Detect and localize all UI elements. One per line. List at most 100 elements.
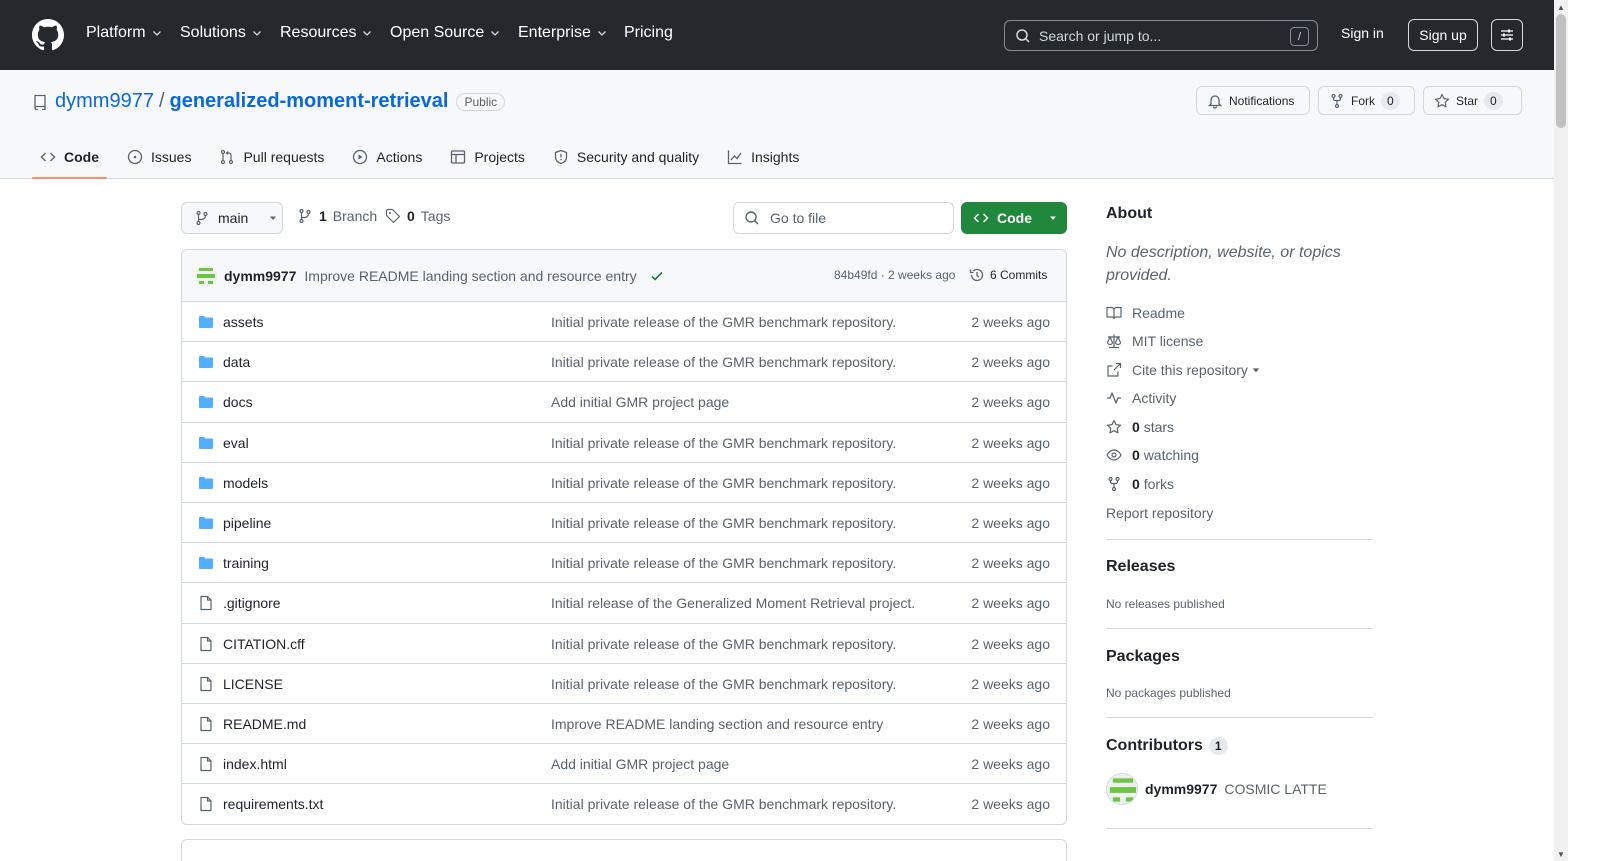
check-icon[interactable]	[649, 268, 665, 284]
tab-projects[interactable]: Projects	[442, 136, 533, 178]
file-commit-time: 2 weeks ago	[971, 595, 1050, 612]
file-commit-message[interactable]: Initial private release of the GMR bench…	[551, 676, 896, 692]
releases-heading[interactable]: Releases	[1106, 558, 1175, 576]
github-logo-icon[interactable]	[32, 19, 64, 51]
tab-code[interactable]: Code	[32, 136, 107, 179]
file-name-link[interactable]: index.html	[223, 756, 287, 772]
tab-issues[interactable]: Issues	[119, 136, 199, 178]
file-name-link[interactable]: README.md	[223, 716, 306, 732]
nav-platform[interactable]: Platform	[86, 24, 163, 42]
scrollbar-thumb[interactable]	[1556, 14, 1566, 128]
file-name-link[interactable]: CITATION.cff	[223, 636, 305, 652]
repo-name-link[interactable]: generalized-moment-retrieval	[170, 90, 449, 113]
branch-selector[interactable]: main	[181, 202, 283, 234]
file-commit-time: 2 weeks ago	[971, 314, 1050, 330]
report-repository-link[interactable]: Report repository	[1106, 505, 1213, 521]
cite-label: Cite this repository	[1132, 362, 1248, 378]
commit-hash-time[interactable]: 84b49fd · 2 weeks ago	[834, 268, 955, 282]
nav-solutions[interactable]: Solutions	[180, 24, 263, 42]
fork-icon	[1108, 476, 1120, 492]
file-commit-message[interactable]: Initial private release of the GMR bench…	[551, 555, 896, 571]
go-to-file-input[interactable]: Go to file	[733, 202, 954, 234]
readme-link[interactable]: Readme	[1106, 305, 1185, 321]
packages-heading[interactable]: Packages	[1106, 648, 1180, 666]
table-row: docs Add initial GMR project page 2 weeks …	[182, 382, 1066, 423]
eye-icon	[1106, 449, 1122, 461]
cite-repository-button[interactable]: Cite this repository	[1106, 362, 1260, 378]
nav-enterprise[interactable]: Enterprise	[518, 24, 608, 42]
avatar[interactable]	[1106, 773, 1138, 805]
activity-link[interactable]: Activity	[1106, 390, 1176, 406]
sign-up-button[interactable]: Sign up	[1408, 19, 1478, 51]
divider	[1106, 828, 1373, 829]
file-commit-message[interactable]: Initial private release of the GMR bench…	[551, 636, 896, 652]
scroll-down-arrow-icon[interactable]: ▼	[1554, 847, 1568, 861]
search-input[interactable]: Search or jump to... /	[1004, 20, 1318, 51]
file-name-link[interactable]: models	[223, 475, 268, 491]
star-count: 0	[1484, 91, 1503, 110]
stars-link[interactable]: 0 stars	[1106, 419, 1174, 435]
contributors-heading[interactable]: Contributors 1	[1106, 737, 1228, 755]
quote-icon	[1107, 362, 1122, 377]
file-commit-message[interactable]: Initial release of the Generalized Momen…	[551, 595, 915, 611]
file-commit-time: 2 weeks ago	[971, 796, 1050, 813]
contributor-item[interactable]: dymm9977 COSMIC LATTE	[1106, 773, 1327, 805]
file-table: dymm9977 Improve README landing section …	[181, 249, 1067, 825]
commit-message[interactable]: Improve README landing section and resou…	[304, 268, 636, 284]
tab-actions[interactable]: Actions	[344, 136, 430, 178]
file-commit-message[interactable]: Initial private release of the GMR bench…	[551, 354, 896, 370]
file-commit-message[interactable]: Improve README landing section and resou…	[551, 716, 883, 732]
avatar[interactable]	[195, 264, 217, 287]
tags-link[interactable]: 0 Tags	[385, 208, 450, 224]
file-name-link[interactable]: LICENSE	[223, 676, 283, 692]
file-name-link[interactable]: training	[223, 555, 269, 571]
sign-in-link[interactable]: Sign in	[1341, 25, 1384, 41]
file-name-link[interactable]: assets	[223, 314, 263, 330]
repo-title: dymm9977 / generalized-moment-retrieval …	[32, 90, 506, 113]
file-commit-message[interactable]: Initial private release of the GMR bench…	[551, 796, 896, 812]
notifications-button[interactable]: Notifications	[1196, 86, 1310, 115]
nav-resources[interactable]: Resources	[280, 24, 373, 42]
stars-label: stars	[1143, 419, 1175, 435]
file-name-link[interactable]: docs	[223, 394, 253, 410]
file-name-link[interactable]: requirements.txt	[223, 796, 323, 812]
global-header: Platform Solutions Resources Open Source…	[0, 0, 1554, 70]
tab-pull-requests[interactable]: Pull requests	[211, 136, 332, 178]
license-link[interactable]: MIT license	[1106, 333, 1203, 349]
branches-link[interactable]: 1 Branch	[297, 208, 377, 224]
star-button[interactable]: Star 0	[1423, 86, 1522, 115]
tab-insights[interactable]: Insights	[719, 136, 807, 178]
table-row: LICENSE Initial private release of the GM…	[182, 664, 1066, 704]
repo-owner-link[interactable]: dymm9977	[55, 90, 154, 113]
menu-button[interactable]	[1491, 19, 1523, 51]
folder-icon	[199, 476, 213, 489]
commit-author[interactable]: dymm9977	[224, 268, 296, 284]
file-commit-message[interactable]: Initial private release of the GMR bench…	[551, 314, 896, 330]
file-commit-message[interactable]: Initial private release of the GMR bench…	[551, 515, 896, 531]
file-commit-message[interactable]: Add initial GMR project page	[551, 394, 729, 410]
file-name-link[interactable]: data	[223, 354, 250, 370]
star-icon	[1106, 419, 1122, 434]
file-name-link[interactable]: eval	[223, 435, 249, 451]
file-commit-message[interactable]: Add initial GMR project page	[551, 756, 729, 772]
file-commit-message[interactable]: Initial private release of the GMR bench…	[551, 435, 896, 451]
forks-count: 0	[1132, 476, 1140, 492]
nav-pricing[interactable]: Pricing	[624, 24, 673, 42]
contributor-username: dymm9977	[1145, 781, 1218, 797]
file-commit-message[interactable]: Initial private release of the GMR bench…	[551, 475, 896, 491]
file-icon	[200, 636, 212, 651]
chevron-down-icon	[363, 31, 372, 36]
fork-button[interactable]: Fork 0	[1318, 86, 1415, 115]
stars-count: 0	[1132, 419, 1140, 435]
commits-link[interactable]: 6 Commits	[969, 267, 1047, 283]
page-scrollbar[interactable]	[1554, 0, 1568, 861]
tab-security[interactable]: Security and quality	[545, 136, 707, 178]
readme-label: Readme	[1132, 305, 1185, 321]
forks-link[interactable]: 0 forks	[1106, 476, 1174, 492]
file-name-link[interactable]: pipeline	[223, 515, 271, 531]
file-name-link[interactable]: .gitignore	[223, 595, 281, 611]
nav-open-source[interactable]: Open Source	[390, 24, 501, 42]
code-button[interactable]: Code	[961, 202, 1067, 234]
watching-link[interactable]: 0 watching	[1106, 447, 1199, 463]
scroll-up-arrow-icon[interactable]: ▲	[1554, 0, 1568, 14]
